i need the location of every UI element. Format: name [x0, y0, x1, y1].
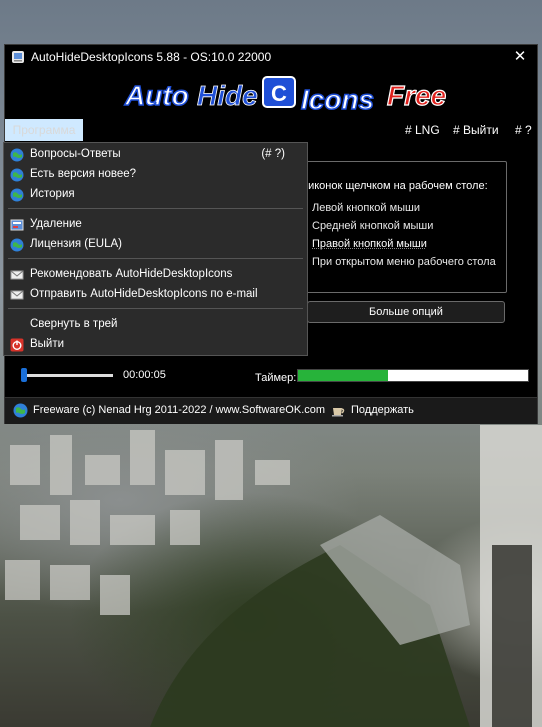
more-options-button[interactable]: Больше опций — [307, 301, 505, 323]
logo-free: Free — [387, 80, 446, 111]
power-icon — [10, 338, 24, 352]
menu-item-label: Удаление — [30, 218, 82, 230]
globe-icon — [13, 403, 28, 418]
menu-item-send-email[interactable]: Отправить AutoHideDesktopIcons по e-mail — [4, 285, 307, 305]
globe-icon — [10, 238, 24, 252]
globe-icon — [10, 168, 24, 182]
menu-lng[interactable]: # LNG — [405, 123, 440, 137]
programma-dropdown-menu: Вопросы-Ответы (# ?) Есть версия новее? … — [3, 142, 308, 356]
menu-separator — [8, 308, 303, 309]
envelope-icon — [10, 290, 24, 300]
delay-slider-thumb[interactable] — [21, 368, 27, 382]
title-bar: AutoHideDesktopIcons 5.88 - OS:10.0 2200… — [5, 45, 537, 69]
menu-item-recommend[interactable]: Рекомендовать AutoHideDesktopIcons — [4, 265, 307, 285]
menu-programma[interactable]: Программа — [5, 119, 83, 141]
menu-item-label: Отправить AutoHideDesktopIcons по e-mail — [30, 288, 258, 300]
svg-text:C: C — [271, 81, 287, 106]
menu-item-label: Свернуть в трей — [30, 318, 118, 330]
logo-badge-icon: C — [262, 76, 296, 108]
timer-label: Таймер: — [255, 372, 297, 384]
menu-item-label: Лицензия (EULA) — [30, 238, 122, 250]
timer-progress — [297, 369, 529, 382]
app-logo: Auto Hide C Icons Free — [123, 76, 447, 116]
logo-icons: Icons — [301, 84, 374, 115]
delay-time: 00:00:05 — [123, 369, 166, 381]
radio-right-click[interactable]: Правой кнопкой мыши — [312, 238, 502, 250]
menu-item-check-update[interactable]: Есть версия новее? — [4, 165, 307, 185]
menu-item-shortcut: (# ?) — [261, 148, 285, 160]
timer-progress-fill — [298, 370, 388, 381]
envelope-icon — [10, 270, 24, 280]
window-title: AutoHideDesktopIcons 5.88 - OS:10.0 2200… — [31, 50, 272, 64]
logo-hide: Hide — [197, 80, 258, 111]
close-button[interactable]: ✕ — [509, 47, 531, 67]
menu-exit[interactable]: # Выйти — [453, 123, 499, 137]
menu-item-label: История — [30, 188, 75, 200]
menu-item-label: Выйти — [30, 338, 65, 350]
coffee-cup-icon — [332, 408, 345, 417]
radio-desktop-menu[interactable]: При открытом меню рабочего стола — [312, 256, 502, 268]
freeware-link[interactable]: Freeware (c) Nenad Hrg 2011-2022 / www.S… — [33, 404, 325, 416]
uninstall-icon — [10, 219, 24, 231]
menu-bar: Программа # LNG # Выйти # ? — [5, 119, 537, 141]
menu-separator — [8, 208, 303, 209]
menu-item-exit[interactable]: Выйти — [4, 335, 307, 355]
menu-item-faq[interactable]: Вопросы-Ответы (# ?) — [4, 145, 307, 165]
menu-help[interactable]: # ? — [515, 123, 532, 137]
logo-auto: Auto — [124, 80, 189, 111]
menu-item-label: Есть версия новее? — [30, 168, 137, 180]
app-icon — [12, 51, 24, 63]
desktop-wallpaper — [5, 425, 542, 727]
globe-icon — [10, 188, 24, 202]
menu-separator — [8, 258, 303, 259]
donate-link[interactable]: Поддержать — [351, 404, 414, 416]
radio-left-click[interactable]: Левой кнопкой мыши — [312, 202, 502, 214]
click-options-group: аз иконок щелчком на рабочем столе: Лево… — [294, 161, 507, 293]
menu-item-label: Вопросы-Ответы — [30, 148, 121, 160]
menu-item-minimize-tray[interactable]: Свернуть в трей — [4, 315, 307, 335]
menu-item-license[interactable]: Лицензия (EULA) — [4, 235, 307, 255]
menu-item-history[interactable]: История — [4, 185, 307, 205]
menu-item-uninstall[interactable]: Удаление — [4, 215, 307, 235]
group-legend: аз иконок щелчком на рабочем столе: — [294, 180, 488, 192]
status-bar: Freeware (c) Nenad Hrg 2011-2022 / www.S… — [5, 397, 537, 424]
menu-item-label: Рекомендовать AutoHideDesktopIcons — [30, 268, 233, 280]
delay-slider-track[interactable] — [25, 374, 113, 377]
radio-middle-click[interactable]: Средней кнопкой мыши — [312, 220, 502, 232]
globe-icon — [10, 148, 24, 162]
